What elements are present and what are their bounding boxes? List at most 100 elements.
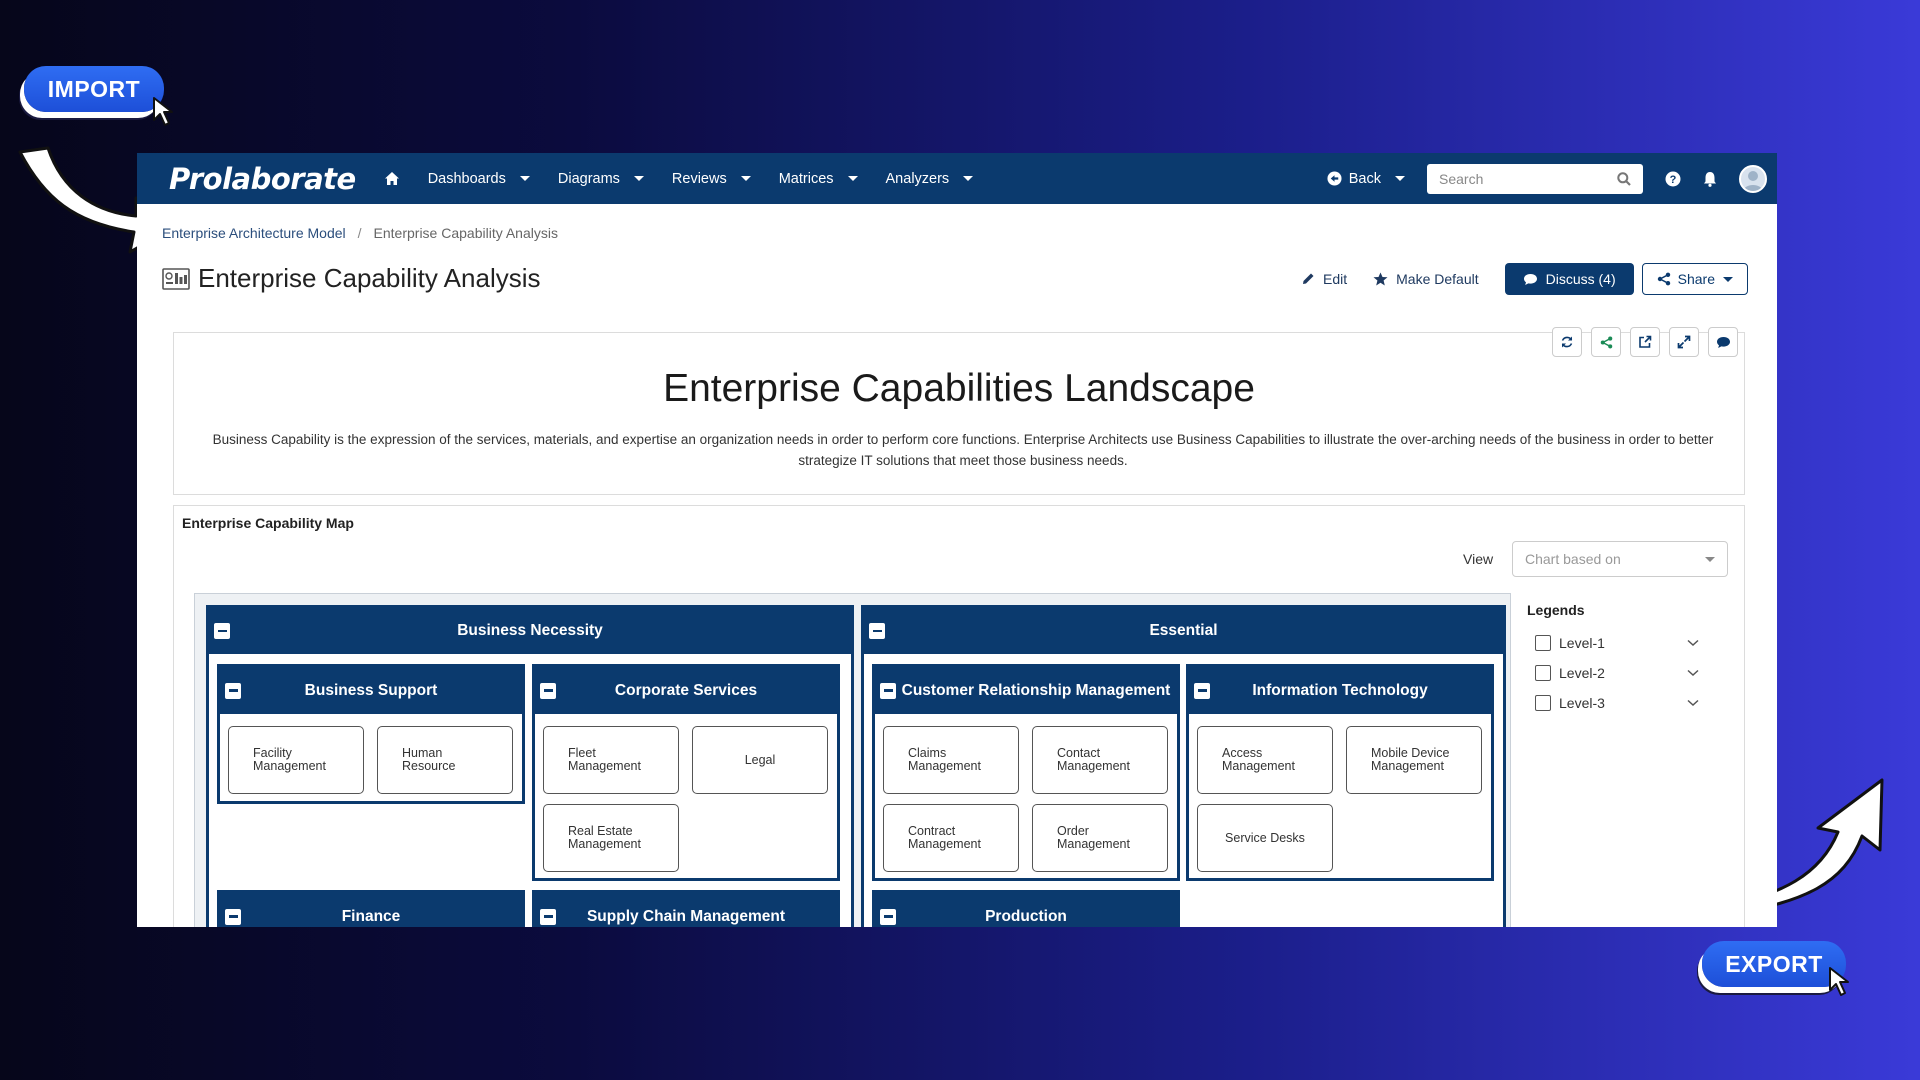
legend-item[interactable]: Level-2 [1527,658,1707,688]
subgroup-header: Supply Chain Management [535,893,837,927]
collapse-icon[interactable] [880,908,896,925]
nav-label: Diagrams [557,170,620,187]
landscape-title: Enterprise Capabilities Landscape [663,367,1255,410]
chevron-down-icon[interactable] [1687,639,1699,647]
breadcrumb-current: Enterprise Capability Analysis [373,225,558,241]
capability-group[interactable]: Essential Customer Relationship Manageme… [861,605,1506,927]
nav-label: Dashboards [427,170,506,187]
capability-subgroup[interactable]: Customer Relationship Management Claims … [872,664,1180,881]
nav-analyzers[interactable]: Analyzers [886,171,974,187]
collapse-icon[interactable] [540,682,556,699]
subgroup-header: Finance [220,893,522,927]
landscape-description: Business Capability is the expression of… [212,432,1714,468]
capability-item[interactable]: Human Resource [377,726,513,794]
subgroup-title: Customer Relationship Management [901,681,1171,699]
back-button[interactable]: Back [1327,171,1405,187]
legend-checkbox[interactable] [1535,695,1551,711]
nav-dashboards[interactable]: Dashboards [428,171,530,187]
svg-text:?: ? [1670,174,1677,186]
share-icon [1657,272,1670,286]
cursor-icon [1829,967,1849,996]
search-placeholder: Search [1439,170,1484,187]
search-icon[interactable] [1617,171,1631,186]
export-button[interactable]: EXPORT [1702,941,1846,987]
legend-checkbox[interactable] [1535,665,1551,681]
caret-down-icon [633,176,644,181]
collapse-icon[interactable] [225,908,241,925]
capability-item[interactable]: Access Management [1197,726,1333,794]
collapse-icon[interactable] [540,908,556,925]
legend-checkbox[interactable] [1535,635,1551,651]
capability-item[interactable]: Fleet Management [543,726,679,794]
view-select-value: Chart based on [1525,551,1621,567]
capability-group[interactable]: Business Necessity Business Support Faci… [206,605,854,927]
legend-item[interactable]: Level-1 [1527,628,1707,658]
chevron-down-icon[interactable] [1687,699,1699,707]
subgroup-header: Information Technology [1189,667,1491,714]
help-icon[interactable]: ? [1665,171,1681,187]
expand-icon[interactable] [1669,327,1699,357]
back-label: Back [1348,170,1381,187]
import-button[interactable]: IMPORT [24,66,164,112]
legend-label: Level-2 [1559,665,1605,681]
external-link-icon[interactable] [1630,327,1660,357]
subgroup-title: Corporate Services [614,681,758,699]
nav-matrices[interactable]: Matrices [779,171,858,187]
collapse-icon[interactable] [225,682,241,699]
collapse-icon[interactable] [880,682,896,699]
nav-label: Analyzers [885,170,950,187]
capability-subgroup[interactable]: Finance [217,890,525,927]
legend-panel: Legends Level-1 Level-2 Level-3 [1527,602,1707,718]
subgroup-header: Production [875,893,1177,927]
capability-subgroup[interactable]: Business Support Facility Management Hum… [217,664,525,804]
collapse-icon[interactable] [869,623,885,639]
map-label: Enterprise Capability Map [182,515,354,531]
make-default-label: Make Default [1396,271,1479,287]
capability-item[interactable]: Contact Management [1032,726,1168,794]
caret-down-icon [1723,276,1733,282]
capability-item[interactable]: Mobile Device Management [1346,726,1482,794]
bell-icon[interactable] [1703,171,1717,187]
view-select[interactable]: Chart based on [1512,541,1728,577]
edit-button[interactable]: Edit [1301,271,1347,287]
capability-item[interactable]: Real Estate Management [543,804,679,872]
subgroup-title: Information Technology [1252,681,1428,699]
capability-chart: Business Necessity Business Support Faci… [194,593,1511,927]
caret-down-icon [1705,556,1715,562]
capability-item[interactable]: Service Desks [1197,804,1333,872]
capability-subgroup[interactable]: Information Technology Access Management… [1186,664,1494,881]
chevron-down-icon[interactable] [1687,669,1699,677]
capability-item[interactable]: Contract Management [883,804,1019,872]
capability-item[interactable]: Order Management [1032,804,1168,872]
page-title: Enterprise Capability Analysis [198,263,541,293]
capability-item[interactable]: Claims Management [883,726,1019,794]
logo: Prolaborate [169,161,356,196]
pencil-icon [1303,273,1314,284]
capability-subgroup[interactable]: Production [872,890,1180,927]
capability-item[interactable]: Legal [692,726,828,794]
capability-subgroup[interactable]: Supply Chain Management [532,890,840,927]
share-icon[interactable] [1591,327,1621,357]
share-button[interactable]: Share [1641,263,1748,295]
edit-label: Edit [1323,271,1348,287]
legends-title: Legends [1527,602,1585,618]
capability-subgroup[interactable]: Corporate Services Fleet Management Lega… [532,664,840,881]
avatar[interactable] [1739,164,1767,193]
make-default-button[interactable]: Make Default [1373,271,1479,287]
collapse-icon[interactable] [1194,682,1210,699]
collapse-icon[interactable] [214,623,230,639]
nav-label: Matrices [778,170,834,187]
caret-down-icon [1395,176,1405,181]
nav-diagrams[interactable]: Diagrams [558,171,644,187]
nav-reviews[interactable]: Reviews [672,171,751,187]
refresh-icon[interactable] [1552,327,1582,357]
home-icon[interactable] [384,171,400,186]
comment-icon[interactable] [1708,327,1738,357]
discuss-button[interactable]: Discuss (4) [1504,263,1634,295]
group-header: Business Necessity [209,608,851,654]
search-input[interactable]: Search [1427,163,1643,194]
breadcrumb-parent[interactable]: Enterprise Architecture Model [162,225,346,241]
top-navbar: Prolaborate Dashboards Diagrams Reviews … [137,153,1777,204]
capability-item[interactable]: Facility Management [228,726,364,794]
legend-item[interactable]: Level-3 [1527,688,1707,718]
